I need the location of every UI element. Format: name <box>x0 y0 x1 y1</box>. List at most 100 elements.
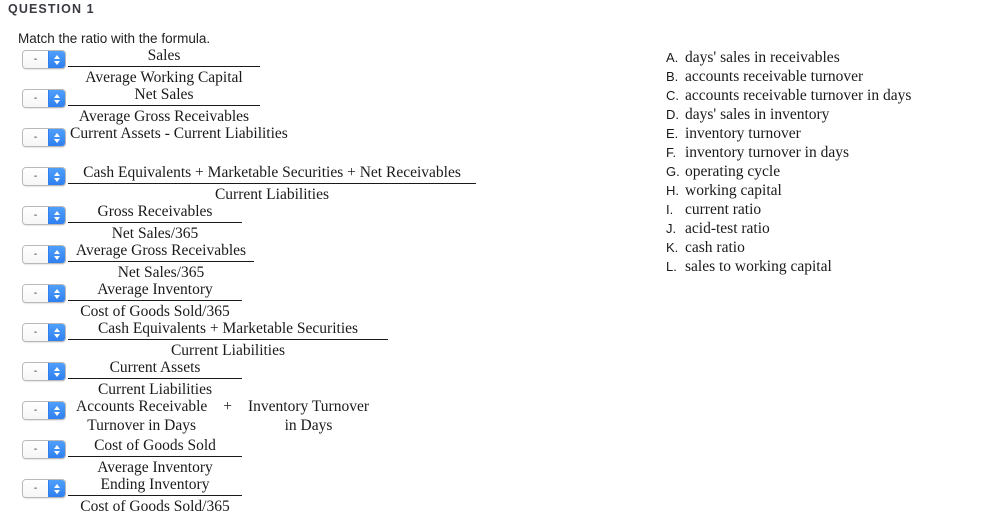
formula-row: - Net Sales Average Gross Receivables <box>0 86 640 126</box>
answer-choice-letter: D. <box>666 107 679 122</box>
chevron-up-icon[interactable] <box>54 132 60 137</box>
answer-select-2[interactable]: - <box>22 89 66 108</box>
chevron-down-icon[interactable] <box>54 255 60 260</box>
select-stepper[interactable] <box>48 207 65 224</box>
chevron-up-icon[interactable] <box>54 93 60 98</box>
answer-select-value: - <box>23 363 48 380</box>
answer-select-value: - <box>23 168 48 185</box>
chevron-down-icon[interactable] <box>54 372 60 377</box>
answer-choice-letter: K. <box>666 240 679 255</box>
sum-term-second: Inventory Turnover in Days <box>248 397 369 435</box>
formula-fraction: Average Gross Receivables Net Sales/365 <box>68 241 254 282</box>
select-stepper[interactable] <box>48 51 65 68</box>
chevron-up-icon[interactable] <box>54 366 60 371</box>
answer-choice-letter: G. <box>666 164 680 179</box>
formula-row: - Average Gross Receivables Net Sales/365 <box>0 241 640 282</box>
formula-fraction: Cost of Goods Sold Average Inventory <box>68 436 242 477</box>
answer-select-1[interactable]: - <box>22 50 66 69</box>
answer-choice-item: J. acid-test ratio <box>666 219 966 238</box>
chevron-down-icon[interactable] <box>54 450 60 455</box>
answer-select-10[interactable]: - <box>22 401 66 420</box>
sum-term-second-line1: Inventory Turnover <box>248 398 369 415</box>
chevron-down-icon[interactable] <box>54 333 60 338</box>
formula-row: - Cash Equivalents + Marketable Securitie… <box>0 164 640 204</box>
chevron-up-icon[interactable] <box>54 327 60 332</box>
answer-choice-list: A. days' sales in receivables B. accounts r… <box>666 48 966 276</box>
answer-choice-text: operating cycle <box>685 163 781 180</box>
answer-choice-letter: A. <box>666 50 679 65</box>
fraction-denominator: Average Inventory <box>97 459 213 476</box>
answer-choice-text: sales to working capital <box>685 258 832 275</box>
formula-row: - Average Inventory Cost of Goods Sold/365 <box>0 281 640 321</box>
select-stepper[interactable] <box>48 402 65 419</box>
answer-select-6[interactable]: - <box>22 245 66 264</box>
formula-row: - Cash Equivalents + Marketable Securitie… <box>0 319 640 360</box>
chevron-up-icon[interactable] <box>54 210 60 215</box>
select-stepper[interactable] <box>48 129 65 146</box>
answer-select-value: - <box>23 207 48 224</box>
chevron-down-icon[interactable] <box>54 177 60 182</box>
select-stepper[interactable] <box>48 324 65 341</box>
answer-choice-item: B. accounts receivable turnover <box>666 67 966 86</box>
chevron-down-icon[interactable] <box>54 294 60 299</box>
chevron-down-icon[interactable] <box>54 138 60 143</box>
formula-row: - Cost of Goods Sold Average Inventory <box>0 436 640 477</box>
fraction-denominator: Average Gross Receivables <box>78 108 250 125</box>
chevron-down-icon[interactable] <box>54 489 60 494</box>
answer-select-3[interactable]: - <box>22 128 66 147</box>
formula-row: - Sales Average Working Capital <box>0 46 640 87</box>
chevron-up-icon[interactable] <box>54 483 60 488</box>
formula-row: - Current Assets Current Liabilities <box>0 359 640 399</box>
formula-row: - Accounts Receivable Turnover in Days + Inv… <box>0 397 640 438</box>
answer-choice-text: acid-test ratio <box>685 220 770 237</box>
answer-select-11[interactable]: - <box>22 440 66 459</box>
select-stepper[interactable] <box>48 480 65 497</box>
formula-fraction: Sales Average Working Capital <box>68 46 260 87</box>
chevron-up-icon[interactable] <box>54 249 60 254</box>
formula-row: - Gross Receivables Net Sales/365 <box>0 203 640 243</box>
answer-choice-text: working capital <box>685 182 782 199</box>
fraction-denominator: Current Liabilities <box>170 342 286 359</box>
answer-choice-text: days' sales in receivables <box>685 49 840 66</box>
answer-choice-letter: B. <box>666 69 679 84</box>
answer-select-9[interactable]: - <box>22 362 66 381</box>
fraction-denominator: Cost of Goods Sold/365 <box>80 498 230 515</box>
chevron-up-icon[interactable] <box>54 54 60 59</box>
formula-sum-expression: Accounts Receivable Turnover in Days + Inve… <box>76 397 369 435</box>
answer-choice-item: L. sales to working capital <box>666 257 966 276</box>
answer-select-4[interactable]: - <box>22 167 66 186</box>
answer-choice-letter: J. <box>666 221 677 236</box>
answer-choice-item: H. working capital <box>666 181 966 200</box>
chevron-down-icon[interactable] <box>54 99 60 104</box>
answer-select-12[interactable]: - <box>22 479 66 498</box>
answer-select-7[interactable]: - <box>22 284 66 303</box>
answer-choice-letter: E. <box>666 126 679 141</box>
select-stepper[interactable] <box>48 90 65 107</box>
answer-choice-text: days' sales in inventory <box>685 106 830 123</box>
select-stepper[interactable] <box>48 168 65 185</box>
answer-select-value: - <box>23 285 48 302</box>
answer-select-8[interactable]: - <box>22 323 66 342</box>
answer-choice-item: A. days' sales in receivables <box>666 48 966 67</box>
select-stepper[interactable] <box>48 285 65 302</box>
formula-fraction: Ending Inventory Cost of Goods Sold/365 <box>68 475 242 516</box>
formula-fraction: Cash Equivalents + Marketable Securities… <box>68 319 388 360</box>
fraction-numerator: Cash Equivalents + Marketable Securities <box>68 319 388 340</box>
chevron-up-icon[interactable] <box>54 444 60 449</box>
answer-select-value: - <box>23 324 48 341</box>
select-stepper[interactable] <box>48 441 65 458</box>
chevron-down-icon[interactable] <box>54 60 60 65</box>
sum-term-first-line2: Turnover in Days <box>87 417 197 434</box>
answer-select-5[interactable]: - <box>22 206 66 225</box>
chevron-down-icon[interactable] <box>54 411 60 416</box>
chevron-up-icon[interactable] <box>54 171 60 176</box>
select-stepper[interactable] <box>48 363 65 380</box>
answer-choice-item: E. inventory turnover <box>666 124 966 143</box>
answer-choice-item: D. days' sales in inventory <box>666 105 966 124</box>
answer-select-value: - <box>23 51 48 68</box>
sum-term-second-line2: in Days <box>284 417 333 434</box>
chevron-up-icon[interactable] <box>54 288 60 293</box>
select-stepper[interactable] <box>48 246 65 263</box>
chevron-down-icon[interactable] <box>54 216 60 221</box>
chevron-up-icon[interactable] <box>54 405 60 410</box>
